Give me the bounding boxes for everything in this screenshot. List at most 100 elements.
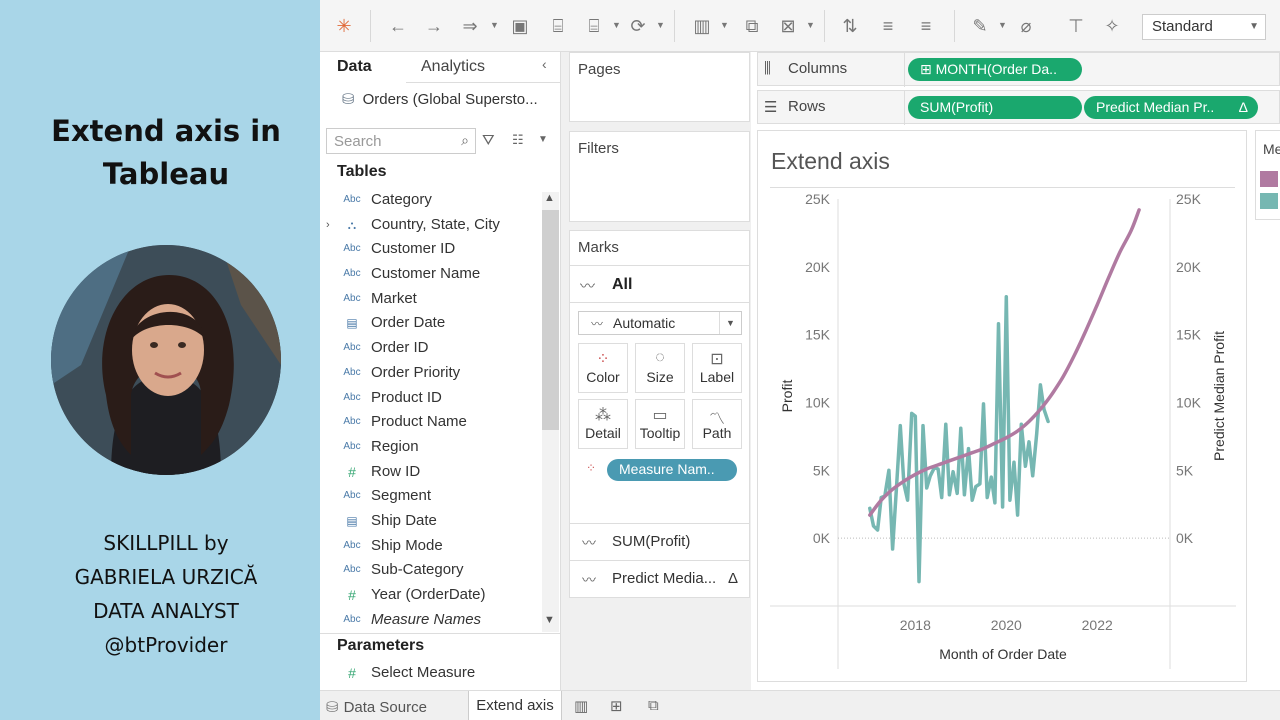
detail-button[interactable]: ⁂ Detail [578, 399, 628, 449]
marks-all-tab[interactable]: 〰 All [570, 265, 749, 303]
path-button[interactable]: 〽 Path [692, 399, 742, 449]
new-datasource-icon[interactable]: ⌸ [546, 14, 570, 38]
field-item[interactable]: Abc Product ID [320, 386, 544, 411]
tab-analytics[interactable]: Analytics [421, 58, 485, 76]
sort-descending-icon[interactable]: ≡ [914, 14, 938, 38]
datasource-item[interactable]: ⛁ Orders (Global Supersto... [342, 90, 538, 108]
field-item[interactable]: Abc Region [320, 435, 544, 460]
field-item[interactable]: # Row ID [320, 460, 544, 485]
field-item[interactable]: › ⛬ Country, State, City [320, 213, 544, 238]
size-button[interactable]: ◌ Size [635, 343, 685, 393]
chevron-down-icon: ▼ [1249, 21, 1259, 32]
refresh-caret-icon[interactable]: ▼ [656, 20, 665, 30]
y-tick-label-left: 15K [805, 327, 831, 343]
sum-profit-pill[interactable]: SUM(Profit) [908, 96, 1082, 119]
color-button[interactable]: ⁘ Color [578, 343, 628, 393]
predict-median-pill-label: Predict Median Pr.. [1096, 99, 1215, 115]
label-button[interactable]: ⊡ Label [692, 343, 742, 393]
number-type-icon: # [348, 665, 356, 681]
new-story-tab-icon[interactable]: ⧉ [648, 697, 659, 714]
field-item[interactable]: Abc Ship Mode [320, 534, 544, 559]
field-name: Customer ID [371, 240, 456, 258]
field-item[interactable]: Abc Product Name [320, 410, 544, 435]
highlight-caret-icon[interactable]: ▼ [998, 20, 1007, 30]
datasource-caret-icon[interactable]: ▼ [612, 20, 621, 30]
size-label: Size [646, 369, 674, 385]
size-icon: ◌ [655, 349, 665, 366]
clear-caret-icon[interactable]: ▼ [806, 20, 815, 30]
highlight-icon[interactable]: ✎ [968, 14, 992, 38]
sheet-tab-extend-axis[interactable]: Extend axis [468, 691, 562, 720]
field-item[interactable]: Abc Order ID [320, 336, 544, 361]
pin-icon[interactable]: ✧ [1100, 14, 1124, 38]
clear-sheet-icon[interactable]: ⊠ [776, 14, 800, 38]
labels-icon[interactable]: ⊤ [1064, 14, 1088, 38]
field-item[interactable]: Abc Sub-Category [320, 558, 544, 583]
field-item[interactable]: ▤ Ship Date [320, 509, 544, 534]
save-icon[interactable]: ▣ [508, 14, 532, 38]
list-view-icon[interactable]: ☷ [512, 132, 524, 148]
field-item[interactable]: Abc Segment [320, 484, 544, 509]
chart[interactable]: 0K 0K 5K 5K 10K 10K 15K 15K 20K 20K 25K 25K 2018 2020… [758, 131, 1248, 683]
group-icon[interactable]: ⌀ [1014, 14, 1038, 38]
rows-icon: ☰ [764, 99, 778, 116]
sort-ascending-icon[interactable]: ≡ [876, 14, 900, 38]
legend-swatch-profit[interactable] [1260, 193, 1278, 209]
search-input[interactable]: Search ⌕ [326, 128, 476, 154]
replay-caret-icon[interactable]: ▼ [490, 20, 499, 30]
field-item[interactable]: Abc Customer ID [320, 237, 544, 262]
field-name: Sub-Category [371, 561, 464, 579]
abc-type-icon: Abc [343, 194, 361, 205]
columns-shelf[interactable]: ⫼ Columns ⊞ MONTH(Order Da.. [757, 52, 1280, 87]
tooltip-button[interactable]: ▭ Tooltip [635, 399, 685, 449]
month-order-date-pill[interactable]: ⊞ MONTH(Order Da.. [908, 58, 1082, 81]
scrollbar-thumb[interactable] [542, 210, 559, 430]
filter-icon[interactable]: ⛛ [482, 132, 495, 149]
undo-icon[interactable]: ← [386, 14, 410, 38]
view-size-value: Standard [1152, 18, 1213, 35]
tableau-logo-icon[interactable]: ✳ [332, 14, 356, 38]
field-item[interactable]: Abc Customer Name [320, 262, 544, 287]
view-caret-icon[interactable]: ▼ [538, 134, 548, 145]
refresh-icon[interactable]: ⟳ [626, 14, 650, 38]
abc-type-icon: Abc [343, 391, 361, 403]
y-tick-label-right: 20K [1176, 259, 1202, 275]
replay-icon[interactable]: ⇒ [458, 14, 482, 38]
redo-icon[interactable]: → [422, 14, 446, 38]
abc-type-icon: Abc [343, 292, 361, 304]
scroll-up-icon[interactable]: ▲ [544, 192, 555, 204]
new-worksheet-tab-icon[interactable]: ▥ [574, 697, 588, 715]
new-worksheet-caret-icon[interactable]: ▼ [720, 20, 729, 30]
new-worksheet-icon[interactable]: ▥ [690, 14, 714, 38]
legend-swatch-predict[interactable] [1260, 171, 1278, 187]
field-item[interactable]: ▤ Order Date [320, 311, 544, 336]
predict-median-pill[interactable]: Predict Median Pr.. Δ [1084, 96, 1258, 119]
field-item[interactable]: Abc Market [320, 287, 544, 312]
num-type-icon: # [348, 463, 356, 480]
expand-icon[interactable]: › [326, 213, 330, 238]
line-mark-icon: 〰 [582, 535, 596, 551]
pages-card[interactable]: Pages [569, 52, 750, 122]
field-item[interactable]: Abc Category [320, 188, 544, 213]
data-source-tab[interactable]: ⛁ Data Source [326, 698, 427, 716]
duplicate-sheet-icon[interactable]: ⧉ [740, 14, 764, 38]
series-line-sum-profit[interactable] [868, 294, 1050, 584]
mark-type-select[interactable]: 〰 Automatic ▼ [578, 311, 742, 335]
tab-data[interactable]: Data [337, 58, 372, 76]
filters-card[interactable]: Filters [569, 131, 750, 222]
marks-predict-tab[interactable]: 〰 Predict Media... Δ [570, 560, 749, 596]
field-item[interactable]: # Year (OrderDate) [320, 583, 544, 608]
measure-names-pill[interactable]: Measure Nam.. [607, 459, 737, 481]
parameter-item[interactable]: # Select Measure [320, 661, 544, 686]
rows-shelf[interactable]: ☰ Rows SUM(Profit) Predict Median Pr.. Δ [757, 90, 1280, 125]
new-dashboard-tab-icon[interactable]: ⊞ [610, 697, 623, 715]
collapse-pane-icon[interactable]: ‹ [542, 56, 547, 72]
field-item[interactable]: Abc Measure Names [320, 608, 544, 633]
color-legend[interactable]: Me [1255, 130, 1280, 220]
marks-sum-profit-tab[interactable]: 〰 SUM(Profit) [570, 523, 749, 559]
swap-icon[interactable]: ⇅ [838, 14, 862, 38]
scroll-down-icon[interactable]: ▼ [544, 614, 555, 626]
field-item[interactable]: Abc Order Priority [320, 361, 544, 386]
view-size-select[interactable]: Standard ▼ [1142, 14, 1266, 40]
pause-updates-icon[interactable]: ⌸ [582, 14, 606, 38]
